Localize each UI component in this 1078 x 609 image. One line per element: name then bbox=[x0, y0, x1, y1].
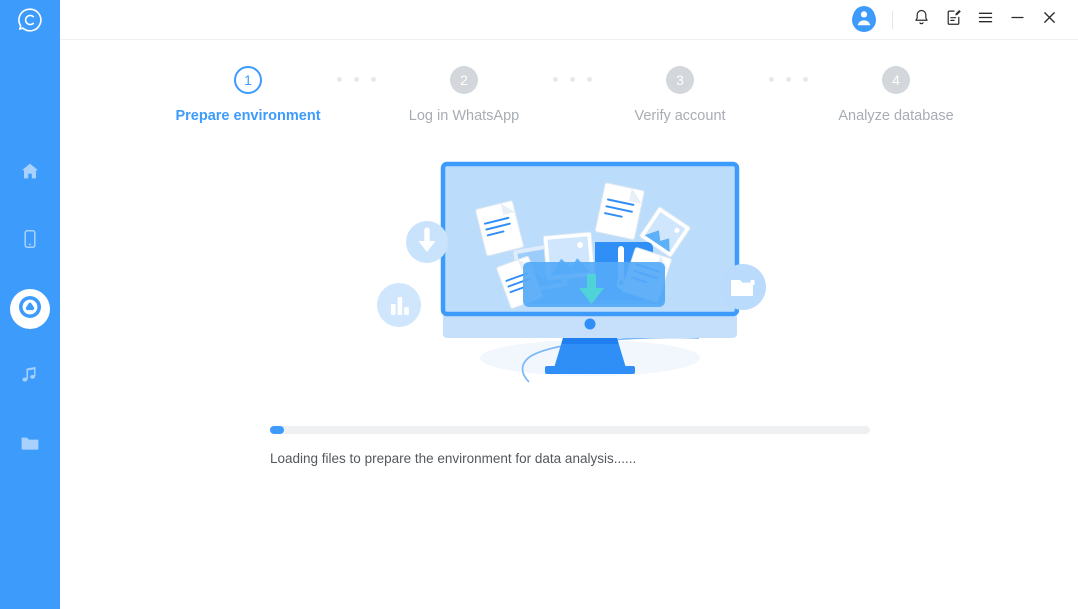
step-2[interactable]: 2 Log in WhatsApp bbox=[383, 66, 545, 124]
step-3[interactable]: 3 Verify account bbox=[599, 66, 761, 124]
sidebar-item-music[interactable] bbox=[10, 357, 50, 397]
notification-button[interactable] bbox=[906, 5, 936, 35]
step-separator-1 bbox=[329, 77, 383, 82]
home-icon bbox=[20, 161, 40, 186]
close-button[interactable] bbox=[1034, 5, 1064, 35]
step-3-number: 3 bbox=[666, 66, 694, 94]
minimize-button[interactable] bbox=[1002, 5, 1032, 35]
separator-dot bbox=[336, 77, 342, 82]
step-1[interactable]: 1 Prepare environment bbox=[167, 66, 329, 124]
step-4[interactable]: 4 Analyze database bbox=[815, 66, 977, 124]
progress-bar-fill bbox=[270, 426, 284, 434]
app-window: 1 Prepare environment 2 Log in WhatsApp … bbox=[0, 0, 1078, 609]
step-2-label: Log in WhatsApp bbox=[408, 108, 520, 124]
progress-status-text: Loading files to prepare the environment… bbox=[270, 451, 637, 466]
stepper: 1 Prepare environment 2 Log in WhatsApp … bbox=[60, 66, 1078, 124]
chat-bubble-c-logo-icon bbox=[17, 7, 43, 38]
step-1-number: 1 bbox=[234, 66, 262, 94]
separator-dot bbox=[802, 77, 808, 82]
phone-icon bbox=[20, 229, 40, 254]
app-logo[interactable] bbox=[0, 2, 60, 42]
hamburger-menu-icon bbox=[977, 9, 994, 31]
minimize-icon bbox=[1009, 9, 1026, 31]
sidebar-item-files[interactable] bbox=[10, 425, 50, 465]
separator-dot bbox=[370, 77, 376, 82]
edit-note-icon bbox=[945, 9, 962, 31]
main-area: 1 Prepare environment 2 Log in WhatsApp … bbox=[60, 0, 1078, 609]
download-badge bbox=[406, 221, 448, 263]
sidebar-item-phone[interactable] bbox=[10, 221, 50, 261]
folder-icon bbox=[20, 433, 40, 458]
music-note-icon bbox=[20, 365, 40, 390]
step-3-label: Verify account bbox=[634, 108, 726, 124]
separator-dot bbox=[353, 77, 359, 82]
user-avatar[interactable] bbox=[852, 6, 876, 33]
illustration-container bbox=[60, 158, 1078, 398]
bar-chart-badge bbox=[377, 283, 421, 327]
progress-bar[interactable] bbox=[270, 426, 870, 434]
step-separator-3 bbox=[761, 77, 815, 82]
step-4-label: Analyze database bbox=[838, 108, 954, 124]
step-2-number: 2 bbox=[450, 66, 478, 94]
progress-area: Loading files to prepare the environment… bbox=[60, 426, 1078, 466]
step-1-label: Prepare environment bbox=[175, 108, 321, 124]
separator-dot bbox=[785, 77, 791, 82]
separator-dot bbox=[586, 77, 592, 82]
separator-dot bbox=[768, 77, 774, 82]
user-avatar-icon bbox=[853, 6, 875, 33]
video-folder-badge bbox=[720, 264, 766, 310]
separator-dot bbox=[569, 77, 575, 82]
sidebar bbox=[0, 0, 60, 609]
bell-icon bbox=[913, 9, 930, 31]
sidebar-item-whatsapp-transfer[interactable] bbox=[10, 289, 50, 329]
desktop-file-loading-illustration bbox=[369, 158, 769, 398]
titlebar bbox=[60, 0, 1078, 40]
sidebar-item-home[interactable] bbox=[10, 153, 50, 193]
close-icon bbox=[1041, 9, 1058, 31]
feedback-button[interactable] bbox=[938, 5, 968, 35]
menu-button[interactable] bbox=[970, 5, 1000, 35]
sidebar-nav bbox=[0, 153, 60, 465]
step-separator-2 bbox=[545, 77, 599, 82]
titlebar-divider bbox=[892, 10, 893, 29]
step-4-number: 4 bbox=[882, 66, 910, 94]
separator-dot bbox=[552, 77, 558, 82]
whatsapp-transfer-icon bbox=[17, 294, 43, 325]
